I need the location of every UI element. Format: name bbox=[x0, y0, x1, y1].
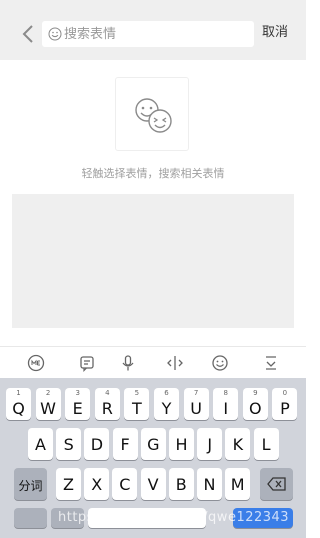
emoji-search-illustration bbox=[115, 77, 189, 151]
key-c[interactable]: C bbox=[112, 468, 138, 500]
key-letter: M bbox=[230, 475, 245, 494]
list-icon[interactable] bbox=[78, 354, 96, 372]
search-header: 取消 bbox=[0, 0, 306, 60]
key-letter: B bbox=[175, 475, 187, 494]
key-e[interactable]: 3E bbox=[65, 388, 91, 420]
key-number-hint: 7 bbox=[193, 389, 199, 397]
key-letter: A bbox=[35, 435, 46, 454]
emoji-results-area bbox=[12, 194, 294, 328]
key-letter: S bbox=[63, 435, 74, 454]
key-letter: C bbox=[119, 475, 131, 494]
key-letter: Z bbox=[63, 475, 74, 494]
key-letter: O bbox=[249, 399, 262, 418]
backspace-icon bbox=[267, 477, 286, 491]
key-letter: F bbox=[120, 435, 130, 454]
key-number-hint: 9 bbox=[253, 389, 258, 397]
key-number-hint: 5 bbox=[134, 389, 140, 397]
key-z[interactable]: Z bbox=[56, 468, 81, 500]
keyboard-hide-icon[interactable] bbox=[262, 354, 280, 372]
key-i[interactable]: 8I bbox=[213, 388, 239, 420]
key-letter: T bbox=[132, 399, 142, 418]
key-k[interactable]: K bbox=[225, 428, 251, 460]
key-letter: U bbox=[190, 399, 202, 418]
key-t[interactable]: 5T bbox=[124, 388, 150, 420]
key-letter: Y bbox=[161, 399, 172, 418]
key-number-hint: 6 bbox=[164, 389, 169, 397]
key-j[interactable]: J bbox=[197, 428, 223, 460]
key-w[interactable]: 2W bbox=[35, 388, 61, 420]
key-letter: X bbox=[91, 475, 103, 494]
search-box[interactable] bbox=[42, 21, 254, 47]
cursor-move-icon[interactable] bbox=[166, 354, 184, 372]
hint-text: 轻触选择表情，搜索相关表情 bbox=[81, 167, 225, 180]
key-l[interactable]: L bbox=[253, 428, 279, 460]
key-letter: L bbox=[261, 435, 271, 454]
key-f[interactable]: F bbox=[112, 428, 138, 460]
emoji-icon bbox=[48, 27, 62, 41]
key-number-hint: 0 bbox=[282, 389, 288, 397]
key-u[interactable]: 7U bbox=[183, 388, 209, 420]
key-m[interactable]: M bbox=[225, 468, 251, 500]
hint-area: 轻触选择表情，搜索相关表情 bbox=[0, 60, 306, 194]
key-letter: J bbox=[207, 435, 213, 454]
app-logo-icon[interactable] bbox=[27, 354, 45, 372]
key-g[interactable]: G bbox=[140, 428, 166, 460]
back-chevron-icon[interactable] bbox=[20, 22, 36, 46]
key-h[interactable]: H bbox=[169, 428, 194, 460]
emoji-icon[interactable] bbox=[211, 354, 229, 372]
key-p[interactable]: 0P bbox=[272, 388, 298, 420]
key-q[interactable]: 1Q bbox=[6, 388, 31, 420]
microphone-icon[interactable] bbox=[119, 354, 137, 372]
key-letter: E bbox=[72, 399, 83, 418]
key-letter: H bbox=[175, 435, 188, 454]
key-letter: P bbox=[280, 399, 290, 418]
key-number-hint: 3 bbox=[75, 389, 80, 397]
key-o[interactable]: 9O bbox=[242, 388, 268, 420]
cancel-button[interactable]: 取消 bbox=[262, 25, 288, 41]
key-letter: W bbox=[40, 399, 56, 418]
key-r[interactable]: 4R bbox=[94, 388, 120, 420]
key-letter: D bbox=[90, 435, 104, 454]
key-v[interactable]: V bbox=[140, 468, 166, 500]
backspace-key[interactable] bbox=[260, 468, 293, 500]
key-a[interactable]: A bbox=[28, 428, 53, 460]
key-n[interactable]: N bbox=[197, 468, 222, 500]
key-letter: K bbox=[232, 435, 244, 454]
key-letter: R bbox=[101, 399, 113, 418]
key-number-hint: 2 bbox=[45, 389, 51, 397]
key-letter: G bbox=[147, 435, 160, 454]
search-input[interactable] bbox=[64, 24, 244, 44]
key-letter: N bbox=[203, 475, 216, 494]
number-key[interactable] bbox=[14, 508, 47, 528]
key-number-hint: 1 bbox=[16, 389, 21, 397]
key-letter: V bbox=[147, 475, 159, 494]
key-d[interactable]: D bbox=[84, 428, 110, 460]
key-letter: Q bbox=[12, 399, 25, 418]
key-x[interactable]: X bbox=[84, 468, 110, 500]
keyboard-toolbar bbox=[0, 346, 306, 378]
key-s[interactable]: S bbox=[56, 428, 82, 460]
key-number-hint: 8 bbox=[223, 389, 228, 397]
emoji-faces-icon bbox=[135, 98, 172, 133]
key-y[interactable]: 6Y bbox=[154, 388, 179, 420]
split-word-key[interactable]: 分词 bbox=[14, 468, 47, 500]
key-letter: I bbox=[223, 399, 229, 418]
watermark-text: https://blog.csdn.net/qwe122343 bbox=[58, 510, 290, 525]
key-number-hint: 4 bbox=[105, 389, 110, 397]
key-b[interactable]: B bbox=[168, 468, 194, 500]
